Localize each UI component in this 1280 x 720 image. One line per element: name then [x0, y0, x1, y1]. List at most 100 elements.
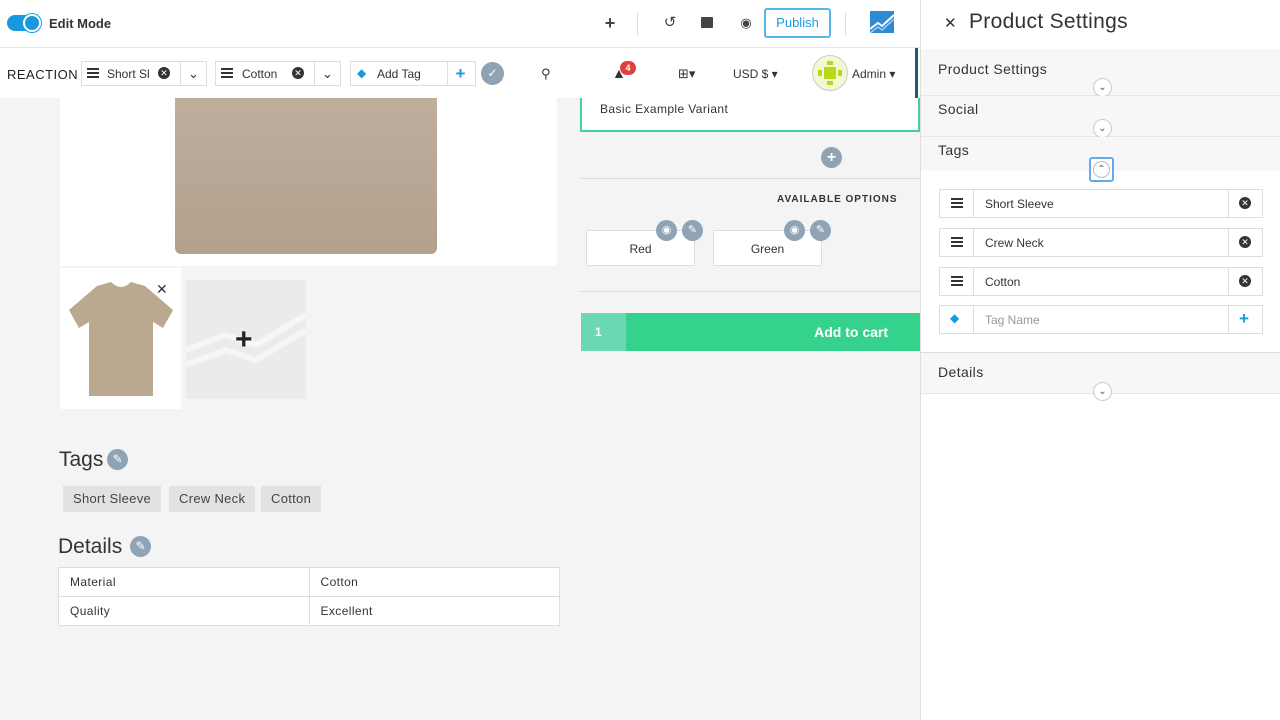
archive-icon[interactable]	[701, 17, 713, 28]
edit-mode-label: Edit Mode	[49, 16, 112, 31]
undo-icon[interactable]: ↺	[660, 13, 680, 33]
tag-pill[interactable]: Short Sleeve	[63, 486, 162, 512]
remove-tag-icon: ✕	[1239, 275, 1251, 287]
eye-icon[interactable]: ◉	[656, 220, 677, 241]
drag-handle-icon[interactable]	[221, 68, 233, 78]
avatar[interactable]	[812, 55, 848, 91]
publish-button[interactable]: Publish	[764, 8, 831, 38]
drag-handle-icon	[951, 198, 963, 208]
drag-handle[interactable]	[940, 268, 974, 295]
user-name: Admin	[852, 67, 887, 81]
plus-icon: +	[235, 323, 253, 356]
chevron-down-icon[interactable]: ⌄	[1093, 78, 1112, 97]
toggle-knob	[23, 14, 41, 32]
translate-icon[interactable]: ⊞▾	[678, 66, 695, 82]
details-heading: Details	[58, 535, 123, 558]
tag-icon-cell: ◆	[940, 306, 974, 333]
drag-handle[interactable]	[940, 190, 974, 217]
cart-quantity-input[interactable]: 1	[581, 313, 626, 351]
option-green[interactable]: Green	[713, 230, 822, 266]
add-variant-icon[interactable]: +	[821, 147, 842, 168]
tag-icon: ◆	[357, 66, 367, 80]
drag-handle-icon	[951, 276, 963, 286]
divider	[580, 291, 920, 292]
section-label: Product Settings	[938, 61, 1048, 77]
detail-key: Material	[58, 567, 310, 597]
section-label: Details	[938, 364, 984, 380]
tag-name-input[interactable]: Tag Name	[985, 313, 1040, 327]
available-options-label: AVAILABLE OPTIONS	[777, 194, 898, 205]
close-icon[interactable]: ✕	[944, 14, 957, 32]
detail-value: Cotton	[308, 567, 560, 597]
remove-tag-button[interactable]: ✕	[1228, 268, 1262, 295]
add-tag-plus-icon[interactable]: +	[447, 62, 473, 85]
edit-pencil-icon[interactable]: ✎	[107, 449, 128, 470]
tag-row-label[interactable]: Crew Neck	[985, 236, 1044, 250]
brand-link[interactable]: REACTION	[7, 67, 78, 82]
tag-row[interactable]: Cotton ✕	[939, 267, 1263, 296]
tag-icon: ◆	[950, 311, 960, 325]
add-tag-button[interactable]: +	[1228, 306, 1262, 333]
drag-handle-icon[interactable]	[87, 68, 99, 78]
notification-badge: 4	[620, 61, 636, 75]
eye-slash-icon[interactable]: ◉	[736, 13, 756, 33]
check-icon[interactable]: ✓	[481, 62, 504, 85]
table-row: Material Cotton	[58, 567, 560, 597]
drag-handle[interactable]	[940, 229, 974, 256]
tag-chip-label: Cotton	[242, 67, 278, 81]
edit-pencil-icon[interactable]: ✎	[810, 220, 831, 241]
tag-pill[interactable]: Crew Neck	[169, 486, 256, 512]
remove-tag-icon[interactable]: ✕	[158, 67, 170, 79]
plus-icon: +	[1239, 309, 1249, 328]
remove-tag-icon: ✕	[1239, 236, 1251, 248]
product-photo	[175, 98, 437, 254]
tag-row-label[interactable]: Short Sleeve	[985, 197, 1054, 211]
edit-pencil-icon[interactable]: ✎	[130, 536, 151, 557]
currency-dropdown[interactable]: USD $ ▾	[733, 67, 778, 81]
remove-tag-button[interactable]: ✕	[1228, 229, 1262, 256]
remove-image-icon[interactable]: ✕	[156, 281, 168, 298]
panel-edge	[915, 48, 918, 98]
add-to-cart-button[interactable]: Add to cart	[626, 313, 920, 351]
variant-label: Basic Example Variant	[600, 102, 729, 116]
divider	[580, 178, 920, 179]
eye-icon[interactable]: ◉	[784, 220, 805, 241]
detail-value: Excellent	[308, 596, 560, 626]
search-icon[interactable]: ⚲	[541, 66, 551, 82]
chevron-down-icon[interactable]: ⌄	[1093, 382, 1112, 401]
divider	[637, 13, 638, 35]
section-label: Social	[938, 101, 979, 117]
tag-pill[interactable]: Cotton	[261, 486, 322, 512]
new-tag-row[interactable]: ◆ Tag Name +	[939, 305, 1263, 334]
table-row: Quality Excellent	[58, 596, 560, 626]
currency-label: USD $	[733, 67, 769, 81]
add-icon[interactable]: +	[600, 13, 620, 33]
tag-chip-label: Short Sl	[107, 67, 150, 81]
edit-pencil-icon[interactable]: ✎	[682, 220, 703, 241]
tag-chip[interactable]: Short Sl ✕ ⌄	[81, 61, 207, 86]
details-table: Material Cotton Quality Excellent	[58, 567, 560, 626]
remove-tag-icon[interactable]: ✕	[292, 67, 304, 79]
add-media-button[interactable]: +	[186, 280, 306, 399]
panel-title: Product Settings	[969, 10, 1128, 33]
section-label: Tags	[938, 142, 970, 158]
chevron-down-icon[interactable]: ⌄	[1093, 119, 1112, 138]
variant-item[interactable]: Basic Example Variant	[580, 98, 920, 132]
tag-row[interactable]: Short Sleeve ✕	[939, 189, 1263, 218]
drag-handle-icon	[951, 237, 963, 247]
chevron-down-icon[interactable]: ⌄	[314, 62, 340, 85]
detail-key: Quality	[58, 596, 310, 626]
chevron-up-glyph: ⌃	[1093, 161, 1110, 178]
remove-tag-button[interactable]: ✕	[1228, 190, 1262, 217]
chevron-up-icon[interactable]: ⌃	[1089, 157, 1114, 182]
user-menu[interactable]: Admin ▾	[852, 67, 895, 81]
option-red[interactable]: Red	[586, 230, 695, 266]
tag-chip[interactable]: Cotton ✕ ⌄	[215, 61, 341, 86]
add-tag-chip[interactable]: ◆ Add Tag +	[350, 61, 476, 86]
chevron-down-icon[interactable]: ⌄	[180, 62, 206, 85]
remove-tag-icon: ✕	[1239, 197, 1251, 209]
tags-heading: Tags	[59, 448, 104, 471]
tag-row[interactable]: Crew Neck ✕	[939, 228, 1263, 257]
add-tag-input[interactable]: Add Tag	[377, 67, 421, 81]
tag-row-label[interactable]: Cotton	[985, 275, 1020, 289]
